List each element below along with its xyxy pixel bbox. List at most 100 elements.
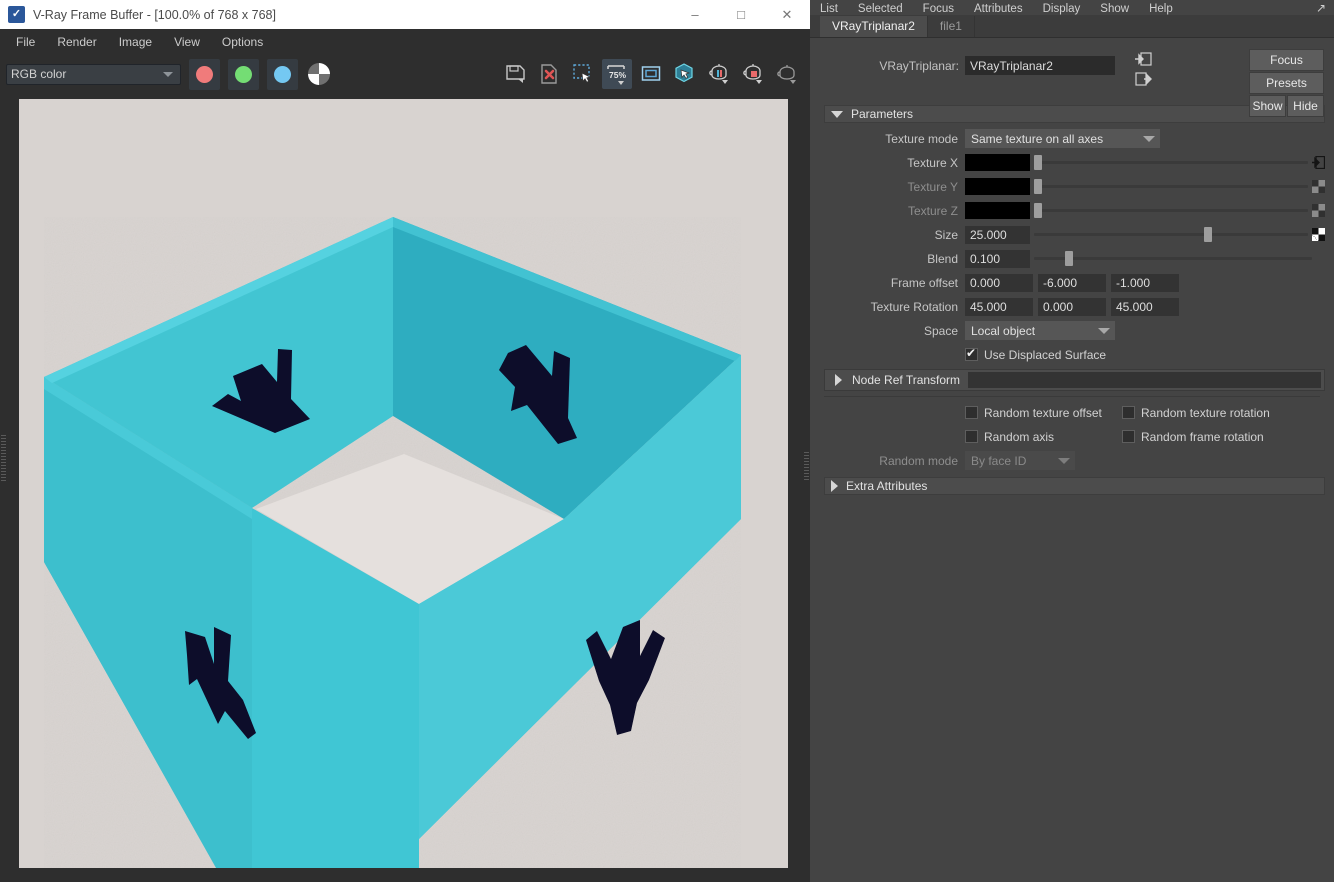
stop-render-button[interactable] xyxy=(738,59,768,89)
node-nav-arrows xyxy=(1135,52,1152,86)
ae-menu-focus[interactable]: Focus xyxy=(923,3,954,15)
random-frame-rotation-checkbox[interactable]: Random frame rotation xyxy=(1122,427,1264,446)
zoom-level-button[interactable]: 75% xyxy=(602,59,632,89)
panel-splitter-handle[interactable] xyxy=(803,450,810,490)
blue-channel-icon xyxy=(274,65,291,83)
tab-file1[interactable]: file1 xyxy=(927,16,975,37)
node-output-arrow-icon[interactable] xyxy=(1135,72,1152,86)
slider-track xyxy=(1034,185,1308,188)
checker-map-icon[interactable] xyxy=(1312,180,1325,193)
blend-input[interactable] xyxy=(965,249,1030,268)
blend-label: Blend xyxy=(927,251,958,266)
node-name-input[interactable] xyxy=(965,56,1115,75)
random-texture-rotation-checkbox[interactable]: Random texture rotation xyxy=(1122,403,1270,422)
random-mode-combo[interactable]: By face ID xyxy=(965,451,1075,470)
red-channel-button[interactable] xyxy=(189,58,220,90)
texture-z-swatch[interactable] xyxy=(965,202,1030,219)
checker-map-icon[interactable] xyxy=(1312,228,1325,241)
alpha-channel-icon[interactable] xyxy=(308,63,330,85)
render-icon xyxy=(709,64,728,84)
texture-z-slider[interactable] xyxy=(1034,202,1308,220)
ae-menu-list[interactable]: List xyxy=(820,3,838,15)
render-sequence-button[interactable] xyxy=(772,59,802,89)
menu-view[interactable]: View xyxy=(164,32,210,52)
render-button[interactable] xyxy=(704,59,734,89)
maximize-button[interactable]: □ xyxy=(718,0,764,29)
ae-menu-help[interactable]: Help xyxy=(1149,3,1173,15)
size-label: Size xyxy=(934,227,958,242)
connected-map-icon[interactable] xyxy=(1312,156,1325,169)
frame-offset-x-input[interactable] xyxy=(965,273,1033,292)
ae-menu-attributes[interactable]: Attributes xyxy=(974,3,1023,15)
chevron-down-icon xyxy=(163,71,173,77)
save-image-button[interactable] xyxy=(500,59,530,89)
texture-rotation-x-input[interactable] xyxy=(965,297,1033,316)
node-ref-transform-field[interactable] xyxy=(968,372,1321,388)
random-frame-rotation-label: Random frame rotation xyxy=(1141,429,1264,444)
texture-x-slider[interactable] xyxy=(1034,154,1308,172)
region-render-button[interactable] xyxy=(568,59,598,89)
random-mode-value: By face ID xyxy=(971,453,1027,468)
zoom-level-icon: 75% xyxy=(607,65,626,85)
slider-handle[interactable] xyxy=(1064,251,1073,266)
texture-rotation-y-input[interactable] xyxy=(1038,297,1106,316)
slider-handle[interactable] xyxy=(1034,203,1042,218)
channel-select[interactable]: RGB color xyxy=(6,63,181,85)
hide-button[interactable]: Hide xyxy=(1287,95,1324,117)
blend-slider[interactable] xyxy=(1034,250,1312,268)
checkmark-icon xyxy=(965,346,978,361)
left-splitter-handle[interactable] xyxy=(0,433,7,493)
texture-y-slider[interactable] xyxy=(1034,178,1308,196)
expand-arrow-icon[interactable]: ↗ xyxy=(1316,1,1326,15)
texture-y-swatch[interactable] xyxy=(965,178,1030,195)
focus-button[interactable]: Focus xyxy=(1249,49,1324,71)
close-button[interactable]: ✕ xyxy=(764,0,810,29)
vray-frame-buffer-window: ✓ V-Ray Frame Buffer - [100.0% of 768 x … xyxy=(0,0,810,882)
menu-file[interactable]: File xyxy=(6,32,45,52)
random-axis-label: Random axis xyxy=(984,429,1055,444)
show-button[interactable]: Show xyxy=(1249,95,1286,117)
size-slider[interactable] xyxy=(1034,226,1308,244)
blue-channel-button[interactable] xyxy=(267,58,298,90)
size-input[interactable] xyxy=(965,225,1030,244)
parameters-body: Texture mode Same texture on all axes Te… xyxy=(810,123,1334,365)
frame-offset-y-input[interactable] xyxy=(1038,273,1106,292)
row-random-1: Random texture offset Random texture rot… xyxy=(810,402,1334,423)
use-displaced-surface-checkbox[interactable]: Use Displaced Surface xyxy=(965,345,1106,364)
ae-menu-selected[interactable]: Selected xyxy=(858,3,903,15)
vfb-tool-buttons: 75% xyxy=(500,59,802,89)
ae-menu-show[interactable]: Show xyxy=(1100,3,1129,15)
space-combo[interactable]: Local object xyxy=(965,321,1115,340)
random-texture-offset-checkbox[interactable]: Random texture offset xyxy=(965,403,1122,422)
texture-mode-combo[interactable]: Same texture on all axes xyxy=(965,129,1160,148)
divider xyxy=(824,396,1320,397)
texture-rotation-z-input[interactable] xyxy=(1111,297,1179,316)
section-node-ref-transform[interactable]: Node Ref Transform xyxy=(824,369,1325,391)
section-extra-attributes[interactable]: Extra Attributes xyxy=(824,477,1325,495)
green-channel-button[interactable] xyxy=(228,58,259,90)
texture-x-swatch[interactable] xyxy=(965,154,1030,171)
slider-handle[interactable] xyxy=(1034,179,1042,194)
tab-vraytriplanar2[interactable]: VRayTriplanar2 xyxy=(820,16,928,37)
ae-menu-display[interactable]: Display xyxy=(1043,3,1081,15)
presets-button[interactable]: Presets xyxy=(1249,72,1324,94)
channel-select-value: RGB color xyxy=(11,67,67,81)
node-input-arrow-icon[interactable] xyxy=(1135,52,1152,66)
random-axis-checkbox[interactable]: Random axis xyxy=(965,427,1122,446)
frame-offset-z-input[interactable] xyxy=(1111,273,1179,292)
slider-handle[interactable] xyxy=(1034,155,1042,170)
row-texture-rotation: Texture Rotation xyxy=(810,296,1334,317)
menu-render[interactable]: Render xyxy=(47,32,106,52)
checker-map-icon[interactable] xyxy=(1312,204,1325,217)
menu-options[interactable]: Options xyxy=(212,32,273,52)
clear-image-button[interactable] xyxy=(534,59,564,89)
render-last-button[interactable] xyxy=(670,59,700,89)
minimize-button[interactable]: – xyxy=(672,0,718,29)
random-texture-offset-label: Random texture offset xyxy=(984,405,1102,420)
vfb-menubar: File Render Image View Options xyxy=(0,29,810,55)
window-controls: – □ ✕ xyxy=(672,0,810,29)
fit-view-button[interactable] xyxy=(636,59,666,89)
menu-image[interactable]: Image xyxy=(109,32,162,52)
render-image-area[interactable] xyxy=(0,93,810,882)
slider-handle[interactable] xyxy=(1203,227,1212,242)
